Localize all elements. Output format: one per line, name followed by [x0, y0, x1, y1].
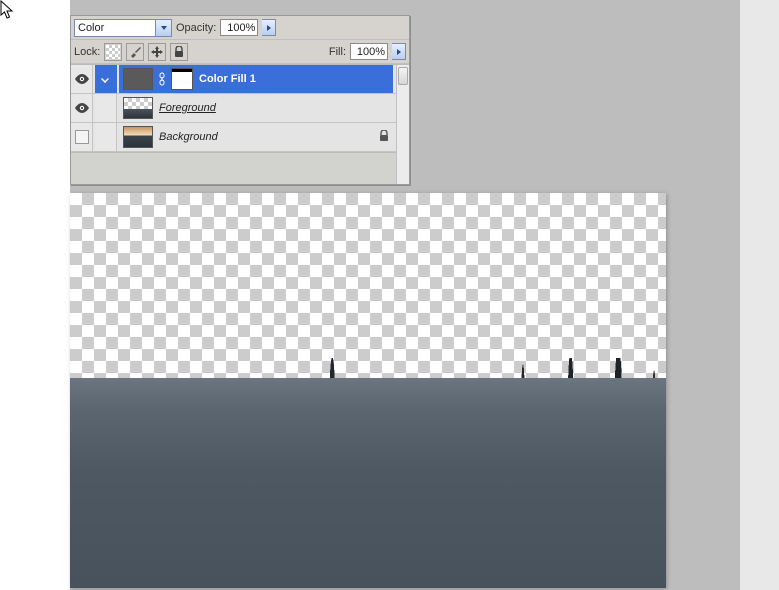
layer-name[interactable]: Color Fill 1 — [199, 73, 256, 85]
canvas-foreground-ground — [70, 378, 666, 588]
lock-label: Lock: — [74, 46, 100, 58]
padlock-icon — [174, 46, 184, 58]
eye-icon — [74, 103, 90, 113]
document-canvas[interactable] — [70, 193, 666, 588]
scrollbar-thumb[interactable] — [398, 67, 408, 85]
link-icon — [159, 71, 165, 87]
layers-panel: Color Opacity: 100% Lock: — [70, 15, 410, 185]
layer-content[interactable]: Background — [119, 123, 393, 151]
layer-content[interactable]: Foreground — [119, 94, 393, 122]
layer-thumbnail — [123, 97, 153, 119]
layer-thumbnail — [123, 126, 153, 148]
blend-opacity-row: Color Opacity: 100% — [71, 16, 409, 40]
workspace-stage: Color Opacity: 100% Lock: — [70, 0, 740, 590]
layer-row[interactable]: Color Fill 1 — [71, 65, 409, 94]
fill-slider-button[interactable] — [392, 43, 406, 60]
brush-icon — [129, 46, 141, 58]
layer-list-empty-area[interactable] — [71, 152, 409, 184]
visibility-toggle[interactable] — [71, 123, 93, 151]
layer-mask-thumbnail[interactable] — [171, 68, 193, 90]
fill-value: 100% — [357, 46, 385, 58]
layer-list: Color Fill 1 Foreground — [71, 64, 409, 184]
layer-row[interactable]: Foreground — [71, 94, 409, 123]
arrow-right-icon — [397, 49, 401, 55]
app-sidebar-gutter — [740, 0, 779, 590]
visibility-toggle[interactable] — [71, 65, 93, 93]
visibility-off-icon — [75, 130, 89, 144]
padlock-icon — [379, 130, 389, 142]
blend-mode-dropdown-button[interactable] — [155, 20, 171, 36]
chevron-down-icon — [161, 26, 167, 30]
lock-fill-row: Lock: Fill: — [71, 40, 409, 64]
eye-icon — [74, 74, 90, 84]
opacity-value: 100% — [227, 22, 255, 34]
transparency-icon — [106, 45, 120, 59]
chevron-down-icon — [101, 75, 109, 83]
blend-mode-value: Color — [78, 22, 104, 34]
page-margin — [0, 0, 70, 590]
arrow-right-icon — [267, 25, 271, 31]
locked-indicator — [379, 130, 389, 145]
blend-mode-select[interactable]: Color — [74, 19, 172, 37]
layer-name[interactable]: Foreground — [159, 102, 216, 114]
lock-pixels-button[interactable] — [126, 43, 144, 61]
layer-list-scrollbar[interactable] — [396, 65, 409, 184]
opacity-label: Opacity: — [176, 22, 216, 34]
visibility-toggle[interactable] — [71, 94, 93, 122]
link-toggle[interactable] — [95, 65, 117, 93]
layer-name[interactable]: Background — [159, 131, 218, 143]
lock-position-button[interactable] — [148, 43, 166, 61]
lock-all-button[interactable] — [170, 43, 188, 61]
opacity-slider-button[interactable] — [262, 19, 276, 36]
move-icon — [151, 46, 163, 58]
link-toggle[interactable] — [95, 94, 117, 122]
layer-thumbnail — [123, 68, 153, 90]
link-toggle[interactable] — [95, 123, 117, 151]
layer-content[interactable]: Color Fill 1 — [119, 65, 393, 93]
fill-field[interactable]: 100% — [350, 43, 388, 60]
layer-row[interactable]: Background — [71, 123, 409, 152]
lock-transparency-button[interactable] — [104, 43, 122, 61]
opacity-field[interactable]: 100% — [220, 19, 258, 36]
fill-label: Fill: — [329, 46, 346, 58]
